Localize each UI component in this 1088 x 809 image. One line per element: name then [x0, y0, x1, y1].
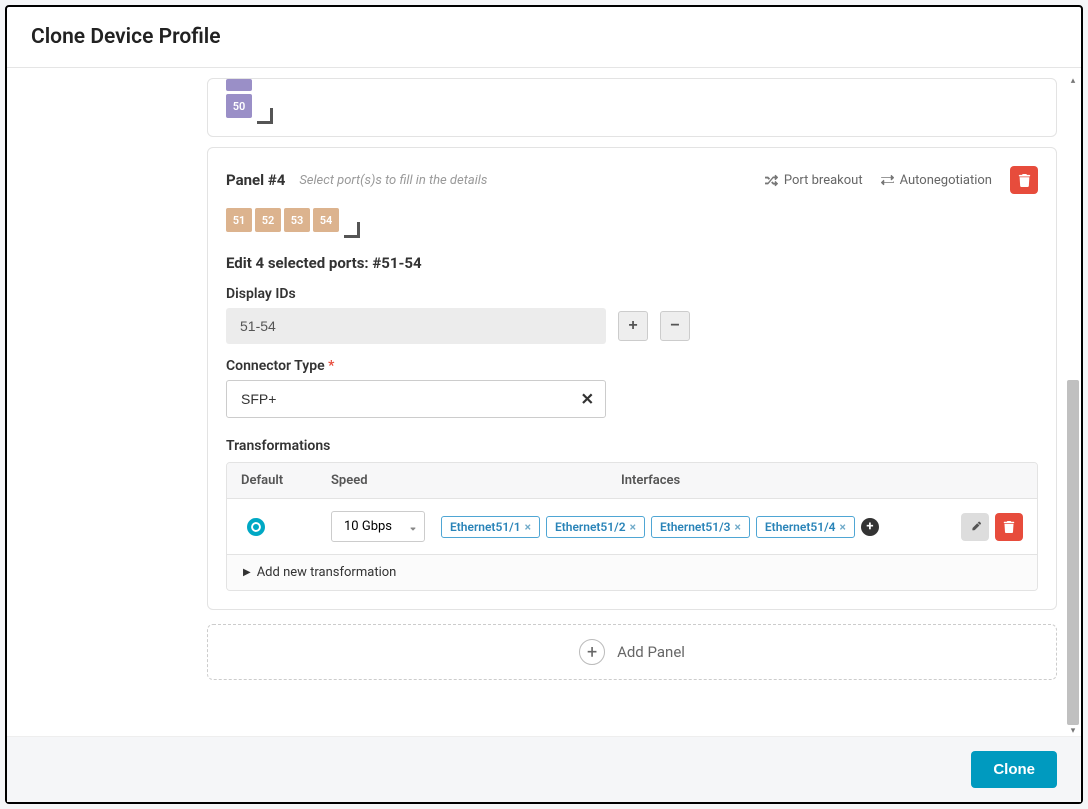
display-ids-label: Display IDs	[226, 286, 1038, 302]
modal-body: 50 Panel #4 Select port(s)s to fill in t…	[7, 68, 1081, 736]
plus-circle-icon: +	[579, 639, 605, 665]
remove-tag-button[interactable]: ×	[735, 520, 741, 534]
caret-right-icon: ▶	[243, 567, 251, 578]
exchange-icon	[881, 174, 894, 187]
clear-connector-button[interactable]: ✕	[581, 390, 594, 409]
delete-row-button[interactable]	[995, 513, 1023, 541]
selection-handle-icon[interactable]	[257, 108, 273, 124]
panel-hint: Select port(s)s to fill in the details	[299, 173, 765, 188]
col-header-speed: Speed	[331, 473, 621, 488]
speed-select[interactable]: 10 Gbps	[331, 511, 425, 542]
panel-card-previous: 50	[207, 78, 1057, 137]
port-chip-partial	[226, 79, 252, 91]
display-ids-input[interactable]	[226, 308, 606, 344]
panel-header: Panel #4 Select port(s)s to fill in the …	[226, 166, 1038, 194]
plus-icon: +	[628, 317, 637, 335]
remove-tag-button[interactable]: ×	[840, 520, 846, 534]
autonegotiation-button[interactable]: Autonegotiation	[881, 173, 992, 188]
random-icon	[765, 174, 778, 187]
col-header-default: Default	[241, 473, 331, 488]
minus-icon: −	[670, 317, 679, 335]
required-mark: *	[328, 358, 334, 374]
add-panel-button[interactable]: + Add Panel	[207, 624, 1057, 680]
port-chip[interactable]: 53	[284, 208, 310, 232]
add-transformation-button[interactable]: ▶ Add new transformation	[227, 555, 1037, 590]
delete-panel-button[interactable]	[1010, 166, 1038, 194]
interface-tag: Ethernet51/2 ×	[546, 516, 645, 538]
panel-title: Panel #4	[226, 171, 285, 189]
interface-tag: Ethernet51/1 ×	[441, 516, 540, 538]
modal-title: Clone Device Profile	[7, 7, 1081, 68]
interface-tag: Ethernet51/4 ×	[756, 516, 855, 538]
transformations-table: Default Speed Interfaces 10 Gbps	[226, 462, 1038, 591]
add-interface-button[interactable]: +	[861, 518, 879, 536]
port-breakout-button[interactable]: Port breakout	[765, 173, 863, 188]
trash-icon	[1003, 521, 1015, 533]
connector-type-label: Connector Type *	[226, 358, 1038, 374]
transformations-label: Transformations	[226, 438, 1038, 454]
edit-selected-heading: Edit 4 selected ports: #51-54	[226, 254, 1038, 272]
modal-dialog: Clone Device Profile 50 Panel #4 Select …	[5, 5, 1083, 804]
remove-tag-button[interactable]: ×	[525, 520, 531, 534]
clone-button[interactable]: Clone	[971, 751, 1057, 788]
port-chip[interactable]: 54	[313, 208, 339, 232]
table-header-row: Default Speed Interfaces	[227, 463, 1037, 499]
default-radio[interactable]	[247, 518, 265, 536]
decrement-button[interactable]: −	[660, 311, 690, 341]
remove-tag-button[interactable]: ×	[630, 520, 636, 534]
panel-card-4: Panel #4 Select port(s)s to fill in the …	[207, 147, 1057, 610]
modal-footer: Clone	[7, 736, 1081, 802]
interface-tag: Ethernet51/3 ×	[651, 516, 750, 538]
col-header-interfaces: Interfaces	[621, 473, 943, 488]
connector-type-input[interactable]	[226, 380, 606, 418]
selection-handle-icon[interactable]	[344, 222, 360, 238]
port-chip[interactable]: 52	[255, 208, 281, 232]
port-selection-row: 51 52 53 54	[226, 208, 1038, 232]
table-row: 10 Gbps Ethernet51/1 × Ethernet51/2 × Et…	[227, 499, 1037, 555]
increment-button[interactable]: +	[618, 311, 648, 341]
trash-icon	[1018, 174, 1031, 187]
edit-icon	[969, 521, 981, 533]
port-chip[interactable]: 51	[226, 208, 252, 232]
port-chip[interactable]: 50	[226, 94, 252, 118]
edit-row-button[interactable]	[961, 513, 989, 541]
